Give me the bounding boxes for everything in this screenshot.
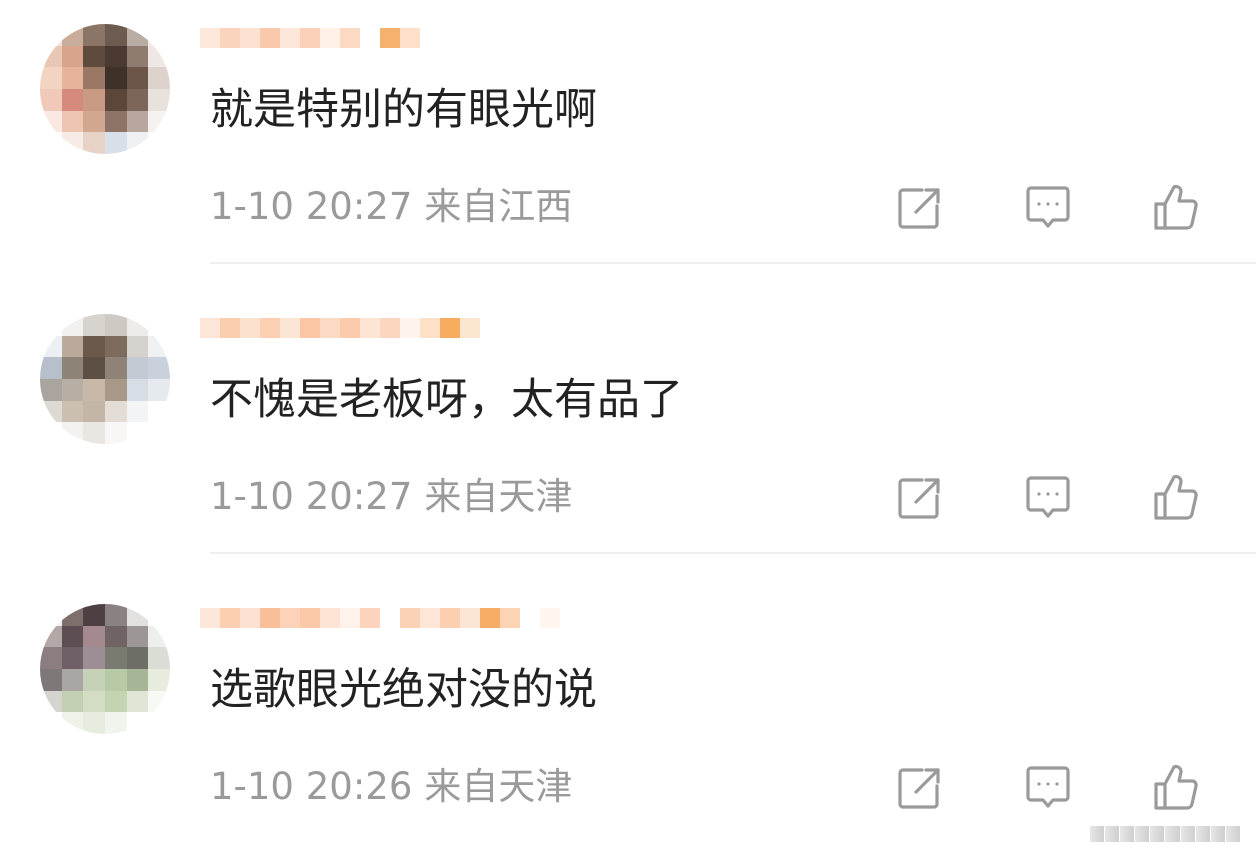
- comment-list: 就是特别的有眼光啊 1-10 20:27 来自江西 不愧是老板呀，太有品了 1-…: [0, 0, 1256, 860]
- reply-button[interactable]: [1020, 470, 1076, 526]
- timestamp: 1-10 20:27: [210, 475, 413, 518]
- like-button[interactable]: [1148, 470, 1204, 526]
- share-icon: [898, 188, 940, 229]
- comment-text: 就是特别的有眼光啊: [210, 85, 597, 135]
- share-button[interactable]: [892, 470, 948, 526]
- avatar[interactable]: [40, 604, 170, 734]
- comment-item: 就是特别的有眼光啊 1-10 20:27 来自江西: [0, 0, 1256, 290]
- share-button[interactable]: [892, 180, 948, 236]
- share-icon: [898, 768, 940, 809]
- username-mosaic[interactable]: [200, 10, 420, 66]
- comment-icon: [1026, 476, 1070, 518]
- timestamp: 1-10 20:27: [210, 185, 413, 228]
- like-button[interactable]: [1148, 760, 1204, 816]
- location: 来自天津: [424, 765, 573, 808]
- reply-button[interactable]: [1020, 180, 1076, 236]
- thumbs-up-icon: [1154, 474, 1198, 520]
- thumbs-up-icon: [1154, 184, 1198, 230]
- comment-icon: [1026, 186, 1070, 228]
- location: 来自天津: [424, 475, 573, 518]
- username-mosaic[interactable]: [200, 590, 560, 646]
- divider: [210, 262, 1256, 264]
- comment-meta: 1-10 20:27 来自天津: [210, 474, 572, 520]
- comment-item: 选歌眼光绝对没的说 1-10 20:26 来自天津: [0, 580, 1256, 860]
- share-icon: [898, 478, 940, 519]
- avatar[interactable]: [40, 314, 170, 444]
- like-button[interactable]: [1148, 180, 1204, 236]
- scroll-indicator: [1090, 826, 1240, 842]
- comment-text: 不愧是老板呀，太有品了: [210, 375, 683, 425]
- thumbs-up-icon: [1154, 764, 1198, 810]
- comment-icon: [1026, 766, 1070, 808]
- timestamp: 1-10 20:26: [210, 765, 413, 808]
- divider: [210, 552, 1256, 554]
- location: 来自江西: [424, 185, 573, 228]
- share-button[interactable]: [892, 760, 948, 816]
- comment-meta: 1-10 20:26 来自天津: [210, 764, 572, 810]
- comment-item: 不愧是老板呀，太有品了 1-10 20:27 来自天津: [0, 290, 1256, 580]
- comment-text: 选歌眼光绝对没的说: [210, 665, 597, 715]
- avatar[interactable]: [40, 24, 170, 154]
- comment-meta: 1-10 20:27 来自江西: [210, 184, 572, 230]
- reply-button[interactable]: [1020, 760, 1076, 816]
- username-mosaic[interactable]: [200, 300, 480, 356]
